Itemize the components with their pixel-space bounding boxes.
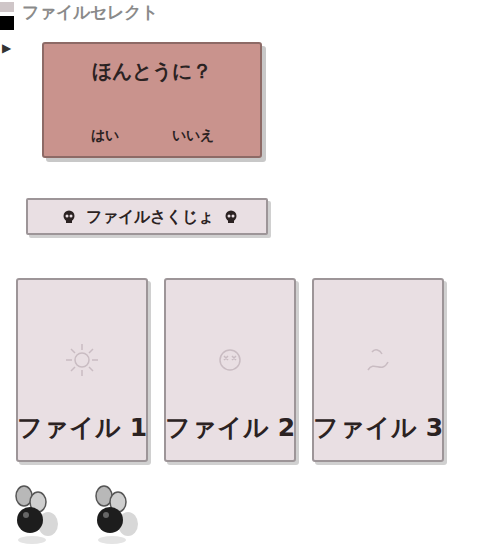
file-card[interactable]: ファイル 2 — [164, 278, 296, 462]
dialog-question: ほんとうに？ — [44, 44, 260, 86]
cursor-arrow: ▶ — [0, 42, 14, 54]
doodle-icon — [358, 340, 398, 380]
swatch-light — [0, 2, 14, 12]
fly-icon — [8, 482, 64, 546]
fly-icon — [88, 482, 144, 546]
confirm-dialog: ほんとうに？ はい いいえ — [42, 42, 262, 158]
file-label: ファイル 3 — [313, 409, 443, 447]
yes-button[interactable]: はい — [85, 125, 125, 146]
file-label: ファイル 2 — [165, 409, 295, 447]
header: ファイルセレクト — [0, 0, 480, 30]
file-card[interactable]: ファイル 3 — [312, 278, 444, 462]
doodle-icon — [62, 340, 102, 380]
no-button[interactable]: いいえ — [166, 125, 220, 146]
dialog-buttons: はい いいえ — [44, 125, 260, 156]
dialog-row: ▶ ほんとうに？ はい いいえ — [0, 42, 480, 158]
file-label: ファイル 1 — [17, 409, 147, 447]
file-card[interactable]: ファイル 1 — [16, 278, 148, 462]
skull-icon — [62, 210, 76, 224]
swatch-dark — [0, 16, 14, 30]
file-list: ファイル 1 ファイル 2 ファイル 3 — [16, 278, 480, 462]
delete-file-button[interactable]: ファイルさくじょ — [26, 198, 268, 235]
page-title: ファイルセレクト — [22, 0, 158, 24]
delete-label: ファイルさくじょ — [86, 205, 214, 229]
doodle-icon — [210, 340, 250, 380]
fly-sprites — [8, 482, 480, 546]
color-swatches — [0, 0, 14, 30]
skull-icon — [224, 210, 238, 224]
